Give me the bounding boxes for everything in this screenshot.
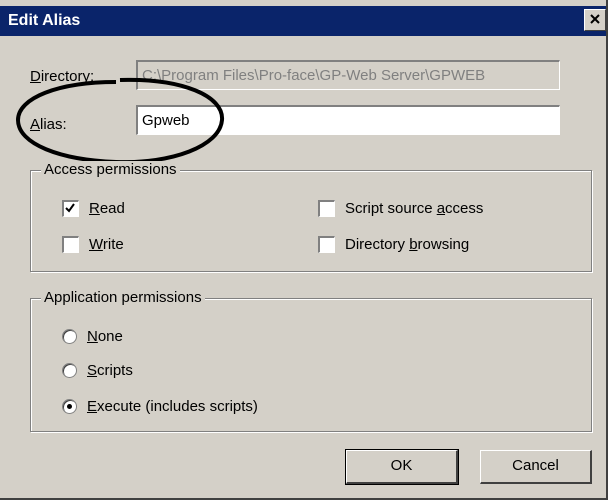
execute-label-rest: xecute (includes scripts) xyxy=(97,398,258,415)
read-label-rest: ead xyxy=(99,200,125,217)
write-checkbox[interactable]: Write xyxy=(62,236,124,253)
none-label: None xyxy=(87,328,123,345)
none-radio[interactable]: None xyxy=(62,328,123,345)
access-permissions-title: Access permissions xyxy=(41,161,180,178)
write-label-rest: rite xyxy=(102,236,124,253)
script-label-pre: Script source xyxy=(345,200,437,217)
scripts-radio-circle[interactable] xyxy=(62,363,77,378)
script-label-post: ccess xyxy=(445,200,484,217)
radio-selected-dot xyxy=(67,404,72,409)
scripts-label-accel: S xyxy=(87,362,98,379)
scripts-radio[interactable]: Scripts xyxy=(62,362,133,379)
close-button[interactable] xyxy=(584,9,606,31)
read-label: Read xyxy=(89,200,125,217)
scripts-label: Scripts xyxy=(87,362,133,379)
none-label-accel: N xyxy=(87,328,98,345)
directory-browsing-checkbox[interactable]: Directory browsing xyxy=(318,236,469,253)
read-checkbox[interactable]: Read xyxy=(62,200,125,217)
read-label-accel: R xyxy=(89,200,100,217)
browse-label-pre: Directory xyxy=(345,236,410,253)
write-checkbox-box[interactable] xyxy=(62,236,79,253)
script-source-access-label: Script source access xyxy=(345,200,483,217)
close-icon xyxy=(590,14,600,24)
execute-label-accel: E xyxy=(87,398,98,415)
application-permissions-title: Application permissions xyxy=(41,289,205,306)
execute-radio-circle[interactable] xyxy=(62,399,77,414)
none-radio-circle[interactable] xyxy=(62,329,77,344)
checkmark-icon xyxy=(65,203,75,213)
browse-label-post: rowsing xyxy=(417,236,470,253)
scripts-label-rest: cripts xyxy=(97,362,133,379)
script-label-accel: a xyxy=(436,200,446,217)
execute-label: Execute (includes scripts) xyxy=(87,398,258,415)
cancel-button[interactable]: Cancel xyxy=(480,450,592,484)
title-bar[interactable]: Edit Alias xyxy=(0,6,606,36)
window-title: Edit Alias xyxy=(8,12,81,29)
annotation-ellipse xyxy=(15,77,225,165)
execute-radio[interactable]: Execute (includes scripts) xyxy=(62,398,258,415)
read-checkbox-box[interactable] xyxy=(62,200,79,217)
script-source-access-checkbox[interactable]: Script source access xyxy=(318,200,483,217)
browse-label-accel: b xyxy=(409,236,418,253)
script-source-access-box[interactable] xyxy=(318,200,335,217)
access-permissions-group: Access permissions xyxy=(30,161,592,272)
ok-button[interactable]: OK xyxy=(345,449,459,485)
directory-browsing-label: Directory browsing xyxy=(345,236,469,253)
write-label: Write xyxy=(89,236,124,253)
write-label-accel: W xyxy=(89,236,103,253)
edit-alias-dialog: Edit Alias Directory: C:\Program Files\P… xyxy=(0,0,608,500)
directory-browsing-box[interactable] xyxy=(318,236,335,253)
none-label-rest: one xyxy=(97,328,123,345)
